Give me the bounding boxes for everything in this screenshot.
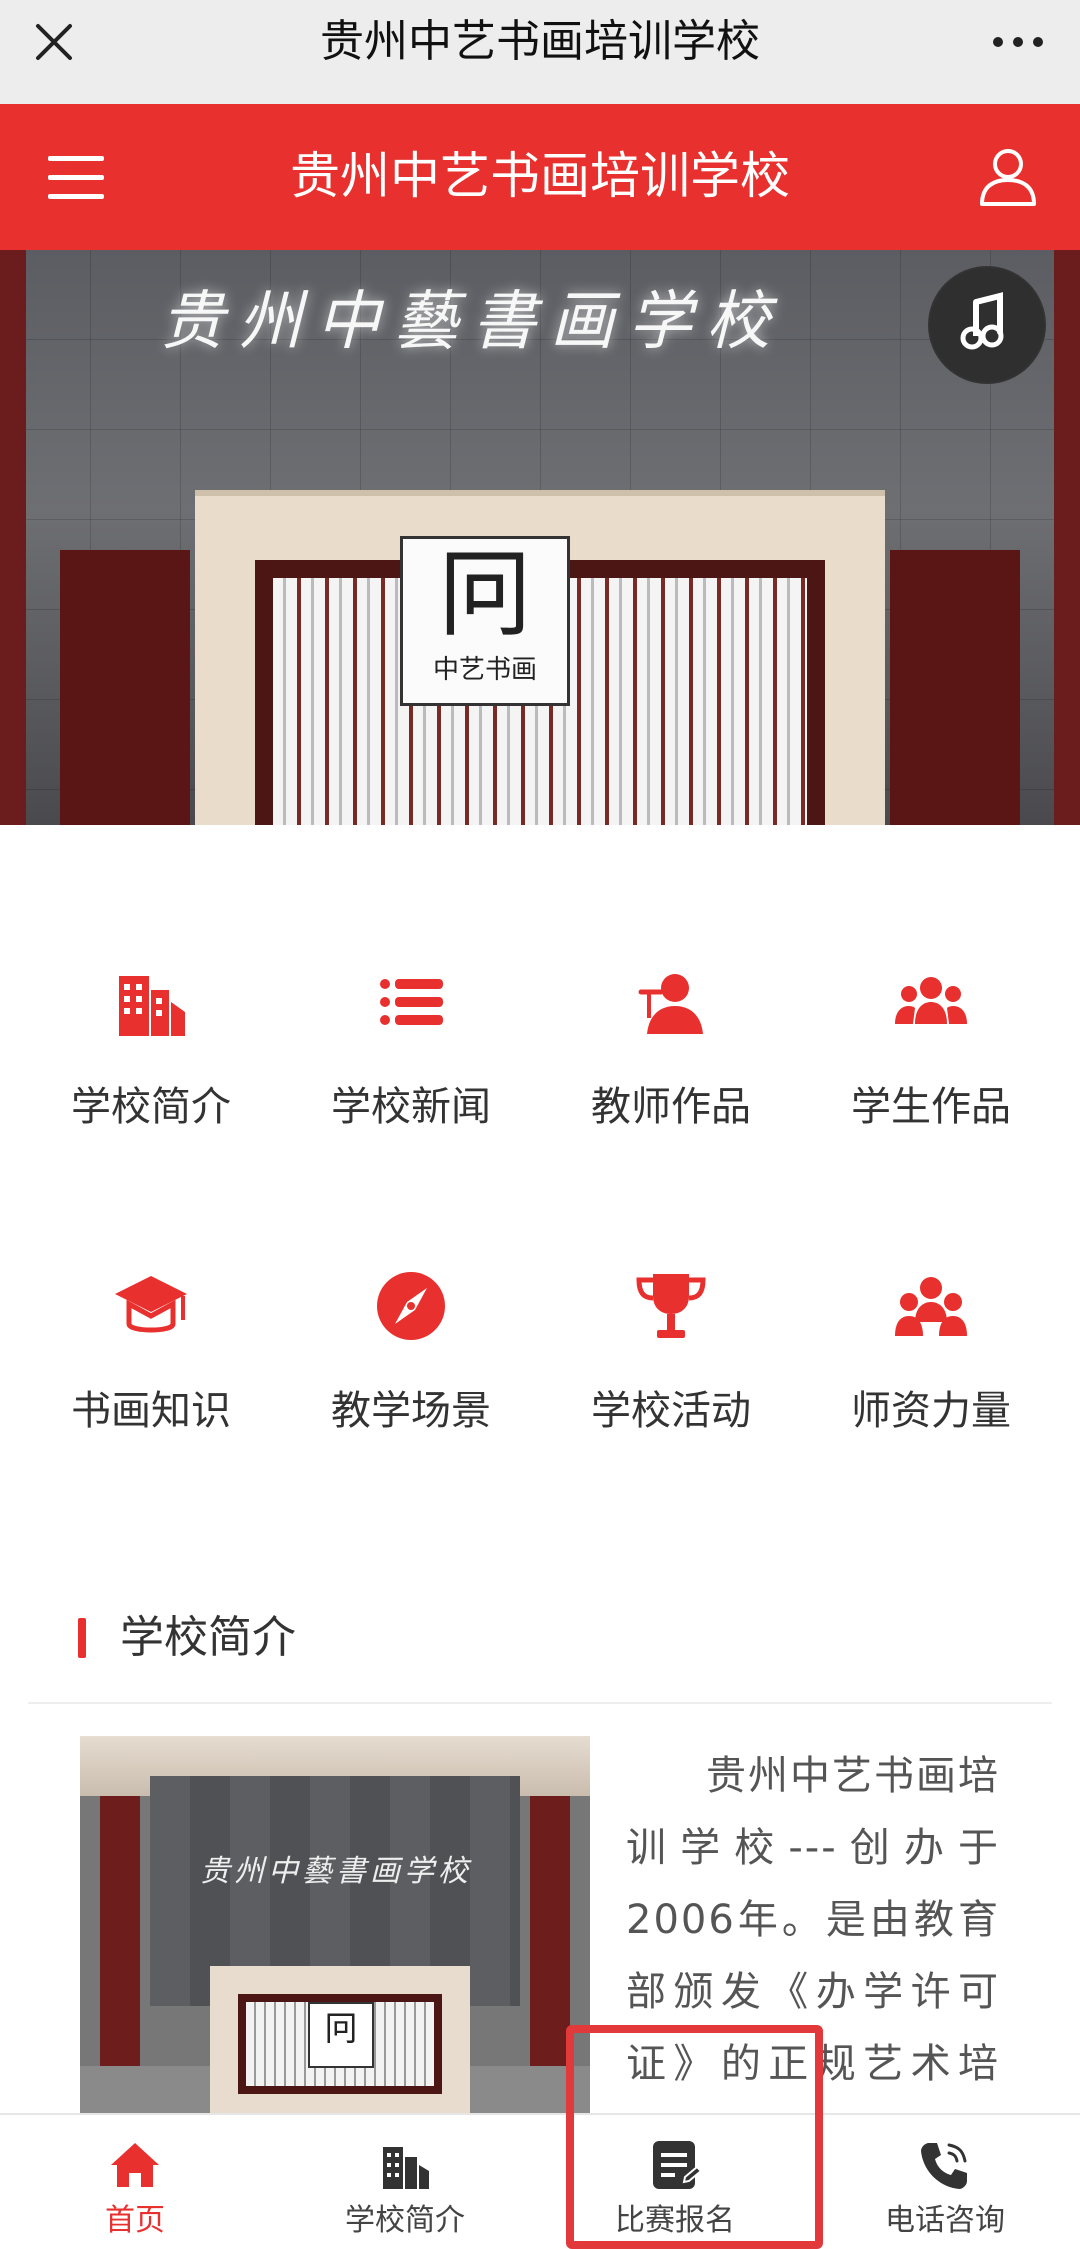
tab-phone-consult[interactable]: 电话咨询 [810, 2115, 1080, 2249]
bottom-tab-bar: 首页 学校简介 比赛报名 电话咨询 [0, 2113, 1080, 2249]
banner-school-logo: 冋 中艺书画 [400, 536, 570, 706]
tab-label: 学校简介 [345, 2203, 465, 2238]
photo-logo: 冋 [308, 2002, 374, 2068]
banner-reception-desk: 冋 中艺书画 [195, 490, 885, 825]
phone-icon [921, 2143, 967, 2189]
site-header: 贵州中艺书画培训学校 [0, 104, 1080, 250]
site-title: 贵州中艺书画培训学校 [290, 147, 790, 205]
school-intro-text: 贵州中艺书画培训学校---创办于2006年。是由教育部颁发《办学许可证》的正规艺… [626, 1753, 1000, 2120]
banner-pillar-left [0, 250, 26, 825]
list-icon [380, 979, 443, 1025]
category-label: 教学场景 [331, 1388, 491, 1434]
category-school-activities[interactable]: 学校活动 [536, 1266, 806, 1526]
team-icon [895, 1277, 967, 1336]
logo-glyph: 冋 [437, 538, 533, 650]
banner-pillar-right [1054, 250, 1080, 825]
category-label: 学生作品 [851, 1084, 1011, 1130]
user-icon[interactable] [976, 144, 1040, 208]
category-label: 教师作品 [591, 1084, 751, 1130]
tab-school-intro[interactable]: 学校简介 [270, 2115, 540, 2249]
divider [28, 1702, 1052, 1704]
category-school-intro[interactable]: 学校简介 [16, 962, 286, 1222]
category-label: 师资力量 [851, 1388, 1011, 1434]
graduation-cap-icon [115, 1276, 187, 1333]
photo-sign-text: 贵州中藝書画学校 [200, 1854, 472, 1889]
section-title: 学校简介 [120, 1612, 296, 1663]
teacher-icon [638, 974, 703, 1034]
building-icon [119, 976, 185, 1036]
category-art-knowledge[interactable]: 书画知识 [16, 1266, 286, 1526]
tab-competition-signup[interactable]: 比赛报名 [540, 2115, 810, 2249]
music-note-icon[interactable] [928, 266, 1046, 384]
school-intro-photo[interactable]: 贵州中藝書画学校 冋 [80, 1736, 590, 2114]
photo-desk-frame: 冋 [238, 1994, 442, 2094]
category-faculty[interactable]: 师资力量 [796, 1266, 1066, 1526]
home-icon [111, 2143, 159, 2187]
category-label: 学校新闻 [331, 1084, 491, 1130]
banner-image[interactable]: 贵州中藝書画学校 冋 中艺书画 [0, 250, 1080, 825]
category-label: 书画知识 [71, 1388, 231, 1434]
section-accent-bar [78, 1618, 86, 1658]
wechat-top-bar: 贵州中艺书画培训学校 [0, 0, 1080, 104]
tab-label: 比赛报名 [615, 2203, 735, 2238]
more-dots-icon[interactable] [986, 18, 1050, 66]
tab-label: 首页 [105, 2203, 165, 2238]
wechat-page-title: 贵州中艺书画培训学校 [320, 16, 760, 67]
form-document-icon [653, 2141, 703, 2189]
category-teaching-scenes[interactable]: 教学场景 [276, 1266, 546, 1526]
tab-label: 电话咨询 [885, 2203, 1005, 2238]
banner-side-panel-left [60, 550, 190, 825]
close-icon[interactable] [30, 18, 78, 66]
students-group-icon [895, 977, 967, 1024]
banner-logo-text: 中艺书画 [432, 655, 537, 685]
compass-icon [377, 1272, 445, 1340]
trophy-icon [636, 1274, 706, 1338]
category-label: 学校活动 [591, 1388, 751, 1434]
hamburger-menu-icon[interactable] [44, 148, 108, 208]
photo-desk: 冋 [210, 1966, 470, 2114]
category-school-news[interactable]: 学校新闻 [276, 962, 546, 1222]
category-teacher-works[interactable]: 教师作品 [536, 962, 806, 1222]
banner-side-panel-right [890, 550, 1020, 825]
category-label: 学校简介 [71, 1084, 231, 1130]
tab-home[interactable]: 首页 [0, 2115, 270, 2249]
banner-sign-text: 贵州中藝書画学校 [160, 285, 784, 359]
building-icon [383, 2147, 429, 2189]
category-student-works[interactable]: 学生作品 [796, 962, 1066, 1222]
